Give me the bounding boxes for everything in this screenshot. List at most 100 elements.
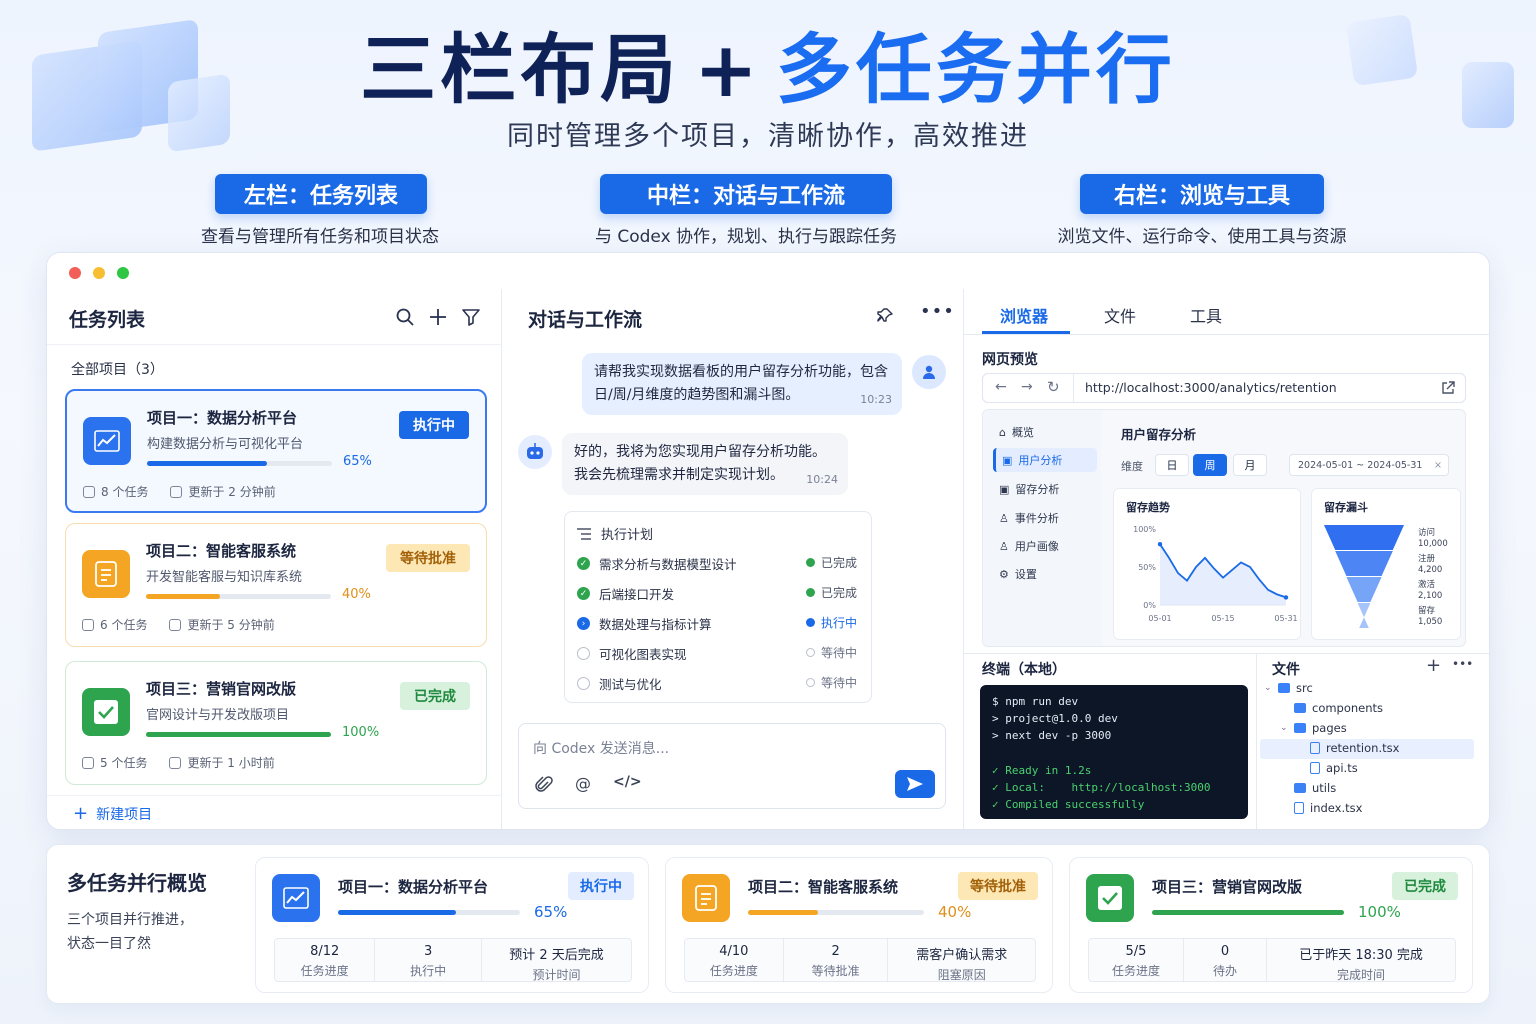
filter-icon[interactable] (461, 307, 481, 327)
plan-title: 执行计划 (601, 528, 654, 543)
stat-label: 待办 (1213, 964, 1238, 978)
refresh-icon[interactable]: ↻ (1047, 378, 1060, 396)
project-progress-pct: 65% (343, 454, 372, 469)
tab-browser[interactable]: 浏览器 (1000, 303, 1048, 327)
plan-step-status-text: 已完成 (820, 556, 857, 570)
file-tree-item[interactable]: ⌄ src (1264, 681, 1313, 695)
overview-project-name: 项目三：营销官网改版 (1152, 878, 1303, 896)
plan-step: 测试与优化 (577, 674, 662, 693)
more-options-icon[interactable]: ••• (920, 301, 955, 322)
folder-icon (1294, 723, 1306, 733)
assistant-message-text: 好的，我将为您实现用户留存分析功能。我会先梳理需求并制定实现计划。 (574, 444, 826, 483)
overview-stats: 4/10 任务进度 2 等待批准 需客户确认需求 阻塞原因 (684, 938, 1036, 982)
date-range-picker[interactable]: 2024-05-01 ~ 2024-05-31 × (1289, 454, 1449, 476)
document-icon (682, 874, 730, 922)
overview-card-3[interactable]: 项目三：营销官网改版 已完成 100% 5/5 任务进度 0 待办 已于昨天 18:30 完成… (1069, 857, 1473, 993)
funnel-stage-value: 2,100 (1418, 591, 1442, 601)
file-tree-item[interactable]: retention.tsx (1310, 741, 1399, 755)
file-tree-item[interactable]: components (1294, 701, 1383, 715)
pin-icon[interactable] (876, 307, 894, 325)
dim-month-button[interactable]: 月 (1233, 454, 1267, 476)
updated-time: 更新于 5 分钟前 (169, 616, 275, 633)
message-time: 10:24 (806, 473, 838, 486)
window-minimize-button[interactable] (93, 267, 105, 279)
nav-item-events[interactable]: ♙ 事件分析 (993, 506, 1097, 530)
project-desc: 官网设计与开发改版项目 (146, 708, 290, 723)
stat-cell: 0 待办 (1184, 939, 1268, 981)
mention-icon[interactable]: @ (575, 774, 591, 793)
file-tree-item[interactable]: utils (1294, 781, 1336, 795)
file-tree-item[interactable]: api.ts (1310, 761, 1358, 775)
add-file-icon[interactable]: + (1426, 655, 1441, 676)
clear-icon[interactable]: × (1434, 460, 1442, 471)
project-desc: 构建数据分析与可视化平台 (147, 437, 304, 452)
forward-icon[interactable]: → (1021, 379, 1033, 395)
more-options-icon[interactable]: ••• (1452, 657, 1473, 671)
send-button[interactable] (895, 770, 935, 798)
overview-progress-bar (338, 910, 520, 915)
web-preview: ⌂ 概览 ▣ 用户分析 ▣ 留存分析 ♙ 事件分析 ♙ 用户画像 ⚙ 设置 用户留存分析 维… (982, 409, 1466, 647)
nav-item-retention[interactable]: ▣ 留存分析 (993, 477, 1097, 501)
project-progress-pct: 40% (342, 587, 371, 602)
divider (964, 653, 1489, 654)
tab-tools[interactable]: 工具 (1190, 303, 1222, 327)
plan-step-status-text: 等待中 (820, 676, 857, 690)
nav-item-label: 设置 (1014, 568, 1037, 581)
project-card-2[interactable]: 项目二：智能客服系统 开发智能客服与知识库系统 40% 等待批准 6 个任务 更新… (65, 523, 487, 647)
message-input[interactable]: 向 Codex 发送消息... (533, 738, 669, 758)
open-external-icon[interactable] (1441, 381, 1455, 395)
code-icon[interactable]: </> (613, 774, 642, 790)
window-maximize-button[interactable] (117, 267, 129, 279)
project-filter-label: 全部项目（3） (71, 362, 164, 378)
nav-item-user-analysis[interactable]: ▣ 用户分析 (993, 448, 1097, 472)
title-plus: + (694, 25, 762, 114)
dim-day-button[interactable]: 日 (1155, 454, 1189, 476)
title-part-b: 多任务并行 (775, 25, 1176, 114)
funnel-stage (1357, 603, 1371, 628)
overview-section: 多任务并行概览 三个项目并行推进， 状态一目了然 项目一：数据分析平台 执行中 65… (46, 844, 1490, 1004)
divider (1073, 374, 1074, 402)
nav-item-settings[interactable]: ⚙ 设置 (993, 562, 1097, 586)
terminal-line: > project@1.0.0 dev (992, 712, 1118, 726)
title-part-a: 三栏布局 (360, 25, 681, 114)
tab-files[interactable]: 文件 (1104, 303, 1136, 327)
preview-label: 网页预览 (982, 352, 1038, 368)
progress-fill (146, 732, 331, 737)
back-icon[interactable]: ← (995, 379, 1007, 395)
pending-circle-icon (577, 647, 590, 660)
nav-item-overview[interactable]: ⌂ 概览 (993, 420, 1097, 444)
task-count: 6 个任务 (82, 616, 147, 633)
overview-title: 多任务并行概览 (67, 871, 207, 895)
stat-label: 任务进度 (300, 964, 349, 978)
plan-step-status: 等待中 (805, 674, 857, 691)
attachment-icon[interactable] (535, 776, 553, 794)
task-list-title: 任务列表 (69, 309, 146, 331)
chart-icon (272, 874, 320, 922)
section-desc-middle: 与 Codex 协作，规划、执行与跟踪任务 (594, 227, 898, 247)
dim-week-button[interactable]: 周 (1193, 454, 1227, 476)
search-icon[interactable] (395, 307, 415, 327)
file-tree-item[interactable]: ⌄ pages (1280, 721, 1347, 735)
chevron-down-icon[interactable]: ⌄ (1264, 683, 1272, 693)
add-icon[interactable] (428, 307, 448, 327)
window-close-button[interactable] (69, 267, 81, 279)
terminal-output[interactable]: $ npm run dev > project@1.0.0 dev > next d… (980, 685, 1248, 819)
url-input[interactable]: http://localhost:3000/analytics/retentio… (1085, 380, 1337, 395)
progress-fill (748, 910, 819, 915)
new-project-button[interactable]: + 新建项目 (73, 803, 152, 824)
user-icon (923, 365, 935, 379)
page-subtitle: 同时管理多个项目，清晰协作，高效推进 (507, 121, 1029, 152)
folder-icon (1294, 703, 1306, 713)
overview-card-2[interactable]: 项目二：智能客服系统 等待批准 40% 4/10 任务进度 2 等待批准 需客户确认需求 阻塞原… (665, 857, 1053, 993)
file-tree-item[interactable]: index.tsx (1294, 801, 1362, 815)
project-card-1[interactable]: 项目一：数据分析平台 构建数据分析与可视化平台 65% 执行中 8 个任务 更新于… (65, 389, 487, 513)
user-message: 请帮我实现数据看板的用户留存分析功能，包含日/周/月维度的趋势图和漏斗图。 10… (582, 353, 902, 415)
nav-item-profile[interactable]: ♙ 用户画像 (993, 534, 1097, 558)
overview-card-1[interactable]: 项目一：数据分析平台 执行中 65% 8/12 任务进度 3 执行中 预计 2 天后完成 预计时… (255, 857, 649, 993)
project-card-3[interactable]: 项目三：营销官网改版 官网设计与开发改版项目 100% 已完成 5 个任务 更新于… (65, 661, 487, 785)
checklist-icon (83, 485, 95, 498)
plan-step-name: 需求分析与数据模型设计 (599, 557, 737, 572)
chevron-down-icon[interactable]: ⌄ (1280, 723, 1288, 733)
status-dot-icon (805, 588, 815, 597)
divider (47, 795, 502, 796)
